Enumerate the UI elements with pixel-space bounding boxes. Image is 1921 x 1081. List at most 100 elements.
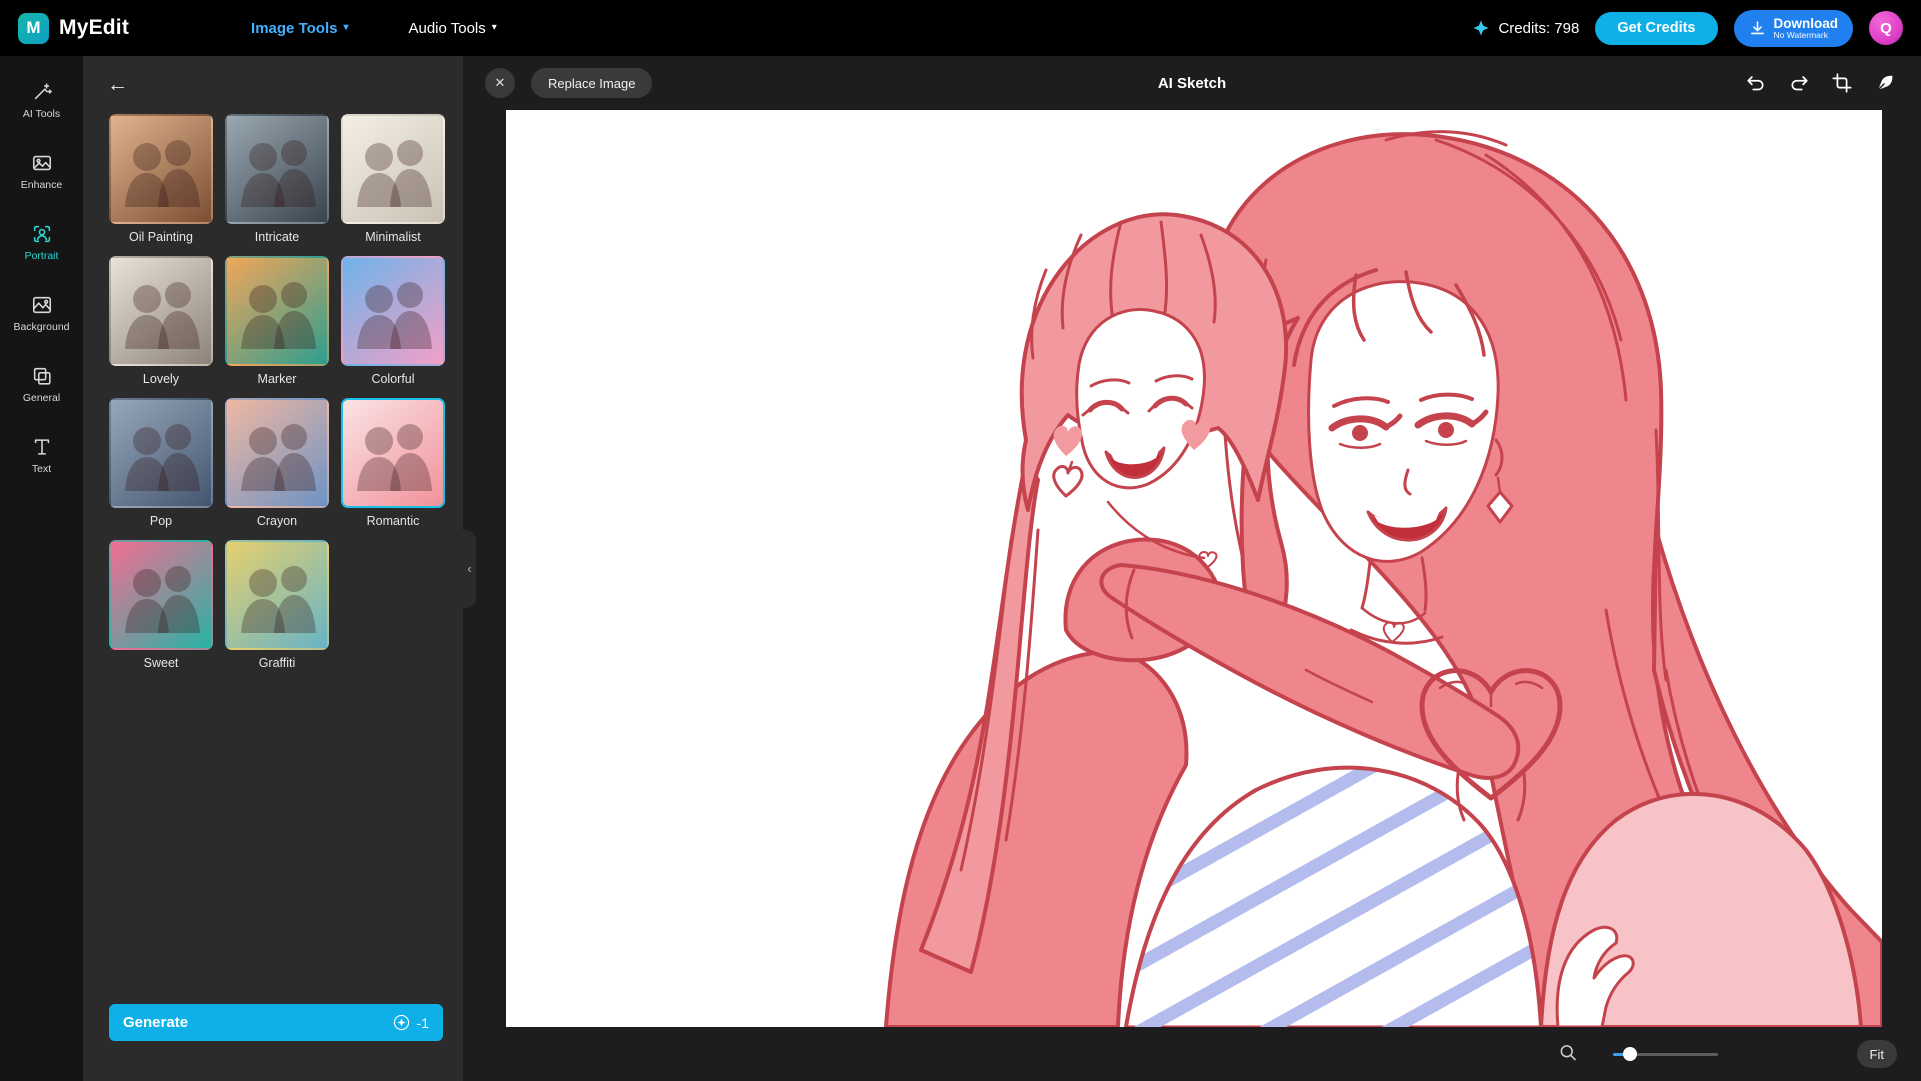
crop-icon: [1831, 72, 1853, 94]
generate-cost-group: -1: [393, 1014, 429, 1031]
download-button[interactable]: Download No Watermark: [1734, 10, 1854, 47]
download-sublabel: No Watermark: [1774, 31, 1828, 41]
people-silhouette-icon: [227, 542, 327, 648]
style-item-graffiti[interactable]: Graffiti: [225, 540, 329, 670]
style-item-romantic[interactable]: Romantic: [341, 398, 445, 528]
style-thumbnail[interactable]: [341, 114, 445, 224]
nav-audio-tools[interactable]: Audio Tools ▾: [402, 19, 502, 38]
people-silhouette-icon: [227, 116, 327, 222]
sketch-pen-icon: [1874, 72, 1896, 94]
generate-label: Generate: [123, 1014, 188, 1031]
credits-display: Credits: 798: [1472, 19, 1579, 37]
top-navigation: Image Tools ▾ Audio Tools ▾: [245, 19, 503, 38]
zoom-slider[interactable]: [1613, 1047, 1718, 1061]
style-thumbnail[interactable]: [225, 540, 329, 650]
chevron-down-icon: ▾: [492, 23, 497, 33]
style-item-lovely[interactable]: Lovely: [109, 256, 213, 386]
people-silhouette-icon: [111, 400, 211, 506]
myedit-logo-icon[interactable]: M: [18, 13, 49, 44]
style-label: Marker: [225, 372, 329, 386]
replace-image-button[interactable]: Replace Image: [531, 68, 652, 98]
style-label: Pop: [109, 514, 213, 528]
text-icon: [31, 436, 53, 458]
people-silhouette-icon: [227, 258, 327, 364]
styles-panel: ← Oil Painting Intricate: [83, 56, 463, 1081]
style-item-intricate[interactable]: Intricate: [225, 114, 329, 244]
style-label: Crayon: [225, 514, 329, 528]
style-item-crayon[interactable]: Crayon: [225, 398, 329, 528]
topbar-right: Credits: 798 Get Credits Download No Wat…: [1472, 10, 1903, 47]
nav-image-tools[interactable]: Image Tools ▾: [245, 19, 354, 38]
sidebar-item-enhance[interactable]: Enhance: [0, 139, 83, 203]
undo-button[interactable]: [1742, 69, 1770, 97]
topbar: M MyEdit Image Tools ▾ Audio Tools ▾ Cre…: [0, 0, 1921, 56]
style-thumbnail[interactable]: [341, 398, 445, 508]
style-item-colorful[interactable]: Colorful: [341, 256, 445, 386]
style-item-minimalist[interactable]: Minimalist: [341, 114, 445, 244]
style-thumbnail[interactable]: [225, 398, 329, 508]
sidebar-item-background[interactable]: Background: [0, 281, 83, 345]
sidebar-item-label: Enhance: [21, 179, 62, 191]
back-button[interactable]: ←: [107, 70, 137, 100]
style-label: Romantic: [341, 514, 445, 528]
magic-wand-icon: [31, 81, 53, 103]
sidebar-item-label: AI Tools: [23, 108, 60, 120]
style-item-sweet[interactable]: Sweet: [109, 540, 213, 670]
style-label: Sweet: [109, 656, 213, 670]
user-avatar[interactable]: Q: [1869, 11, 1903, 45]
main-layout: AI Tools Enhance Portrait Bac: [0, 56, 1921, 1081]
header-tools: [1742, 69, 1899, 97]
style-thumbnail[interactable]: [341, 256, 445, 366]
style-thumbnail[interactable]: [109, 398, 213, 508]
style-item-oil-painting[interactable]: Oil Painting: [109, 114, 213, 244]
brand-text: MyEdit: [59, 16, 129, 40]
sidebar-item-ai-tools[interactable]: AI Tools: [0, 68, 83, 132]
crop-button[interactable]: [1828, 69, 1856, 97]
people-silhouette-icon: [111, 116, 211, 222]
get-credits-button[interactable]: Get Credits: [1595, 12, 1717, 45]
sidebar-item-label: Text: [32, 463, 51, 475]
redo-button[interactable]: [1785, 69, 1813, 97]
sidebar-item-text[interactable]: Text: [0, 423, 83, 487]
redo-icon: [1788, 72, 1810, 94]
style-thumbnail[interactable]: [225, 114, 329, 224]
people-silhouette-icon: [111, 542, 211, 648]
download-icon: [1749, 20, 1766, 37]
zoom-slider-knob[interactable]: [1623, 1047, 1637, 1061]
people-silhouette-icon: [227, 400, 327, 506]
portrait-viewfinder-icon: [31, 223, 53, 245]
fit-button[interactable]: Fit: [1857, 1040, 1897, 1068]
magnifier-icon: [1558, 1043, 1578, 1063]
style-thumbnail[interactable]: [109, 114, 213, 224]
nav-audio-tools-label: Audio Tools: [408, 20, 485, 37]
page-title: AI Sketch: [1158, 75, 1226, 92]
credit-sparkle-icon: [393, 1014, 410, 1031]
style-label: Colorful: [341, 372, 445, 386]
style-thumbnail[interactable]: [109, 540, 213, 650]
close-button[interactable]: ✕: [485, 68, 515, 98]
style-label: Graffiti: [225, 656, 329, 670]
chevron-down-icon: ▾: [343, 23, 348, 33]
style-item-pop[interactable]: Pop: [109, 398, 213, 528]
sidebar-item-portrait[interactable]: Portrait: [0, 210, 83, 274]
style-thumbnail[interactable]: [109, 256, 213, 366]
zoom-magnifier-button[interactable]: [1558, 1043, 1578, 1066]
style-label: Minimalist: [341, 230, 445, 244]
canvas-image-ai-sketch: [506, 110, 1882, 1027]
sidebar-item-label: General: [23, 392, 60, 404]
canvas-footer: Fit: [463, 1027, 1921, 1081]
style-item-marker[interactable]: Marker: [225, 256, 329, 386]
nav-image-tools-label: Image Tools: [251, 20, 337, 37]
style-thumbnail[interactable]: [225, 256, 329, 366]
background-image-icon: [31, 294, 53, 316]
panel-collapse-handle[interactable]: ‹: [463, 530, 476, 608]
style-label: Intricate: [225, 230, 329, 244]
generate-button[interactable]: Generate -1: [109, 1004, 443, 1041]
sketch-pen-button[interactable]: [1871, 69, 1899, 97]
style-label: Oil Painting: [109, 230, 213, 244]
sidebar-item-general[interactable]: General: [0, 352, 83, 416]
credits-diamond-icon: [1472, 19, 1490, 37]
editing-canvas: [506, 110, 1882, 1027]
styles-grid: Oil Painting Intricate Minimalist: [109, 114, 449, 670]
download-label: Download: [1774, 16, 1839, 31]
